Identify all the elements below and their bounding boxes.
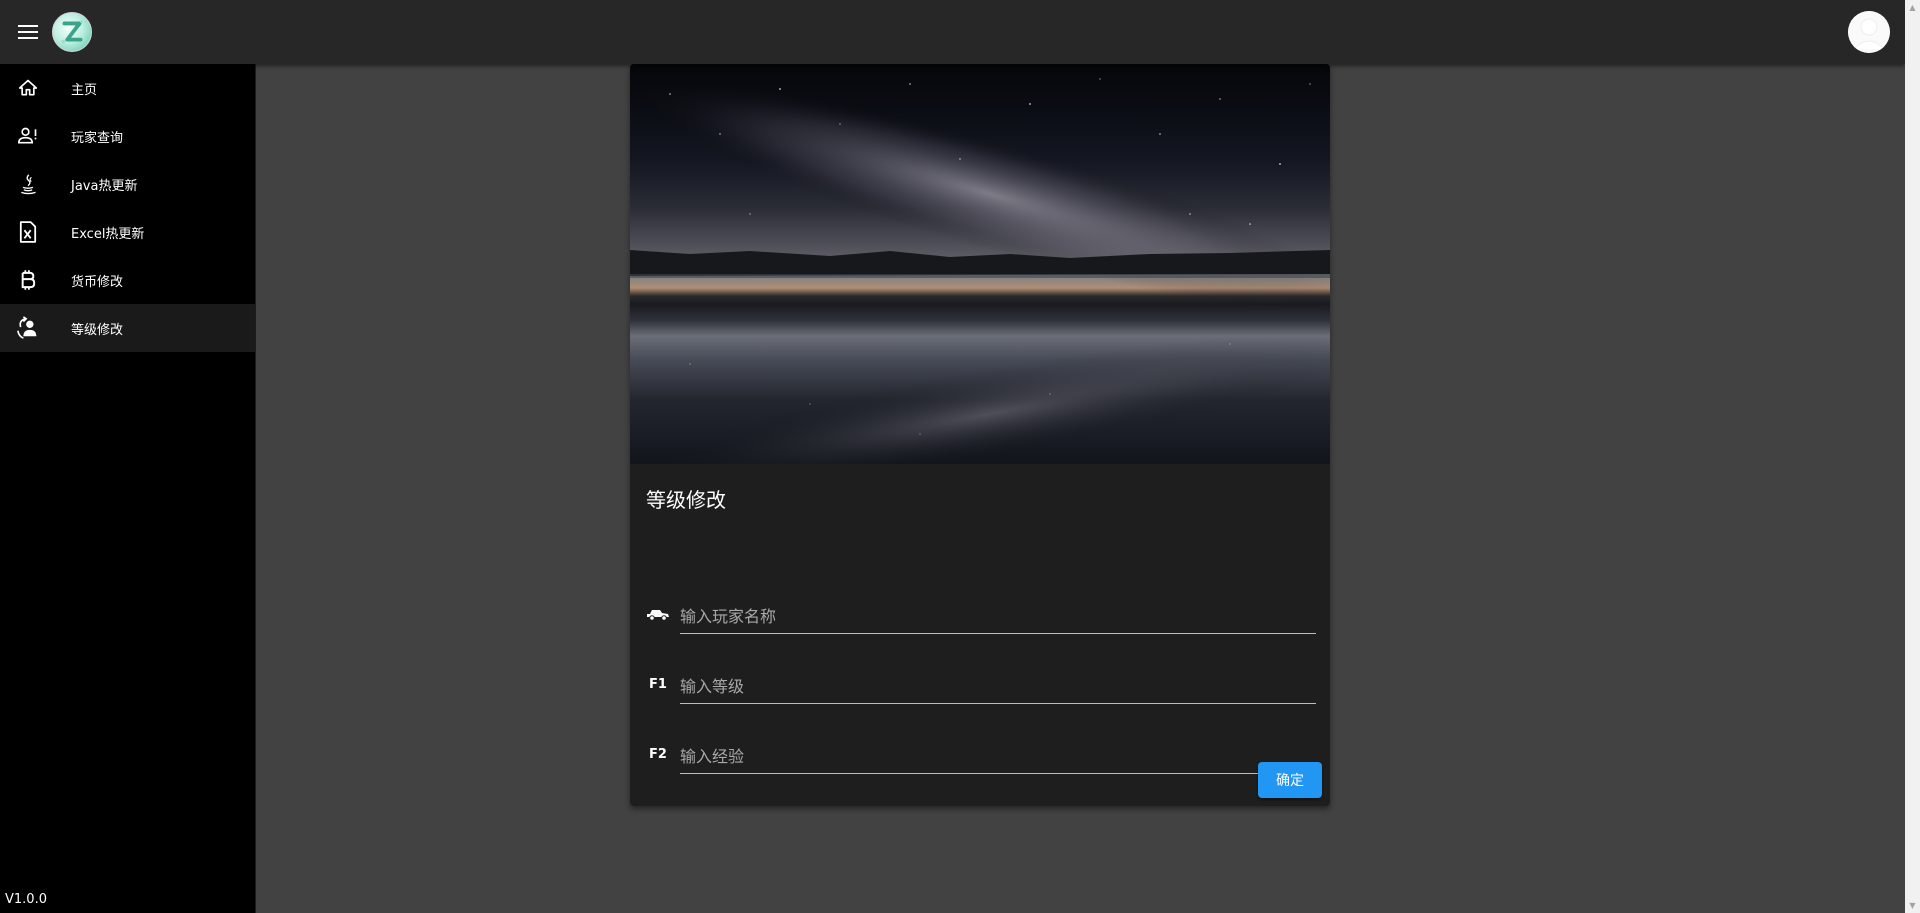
sidebar-item-label: 等级修改 (71, 322, 124, 338)
sidebar-item-label: Java热更新 (71, 178, 138, 194)
player-name-input[interactable] (680, 600, 1316, 634)
bitcoin-icon (16, 268, 40, 292)
hamburger-menu-icon[interactable] (12, 16, 44, 48)
account-convert-icon (16, 316, 40, 340)
level-field: F1 (646, 664, 1316, 704)
sidebar-item-label: 货币修改 (71, 274, 124, 290)
hero-image-milky-way (630, 64, 1330, 464)
user-avatar[interactable] (1848, 11, 1890, 53)
app-version: V1.0.0 (5, 892, 47, 907)
sidebar-item-level-edit[interactable]: 等级修改 (0, 304, 255, 352)
experience-field: F2 (646, 734, 1316, 774)
level-input[interactable] (680, 670, 1316, 704)
scroll-down-icon[interactable]: ▼ (1905, 898, 1920, 913)
level-edit-card: 等级修改 F1 F2 确定 (630, 64, 1330, 806)
home-icon (16, 76, 40, 100)
sidebar-nav: 主页 玩家查询 Java热更新 Excel热更新 货币修改 等级修改 V1.0.… (0, 64, 256, 913)
sidebar-item-label: 主页 (71, 82, 98, 98)
f1-key-icon: F1 (649, 676, 667, 692)
car-icon (646, 602, 670, 626)
sidebar-item-label: 玩家查询 (71, 130, 124, 146)
sidebar-item-player-query[interactable]: 玩家查询 (0, 112, 255, 160)
confirm-button[interactable]: 确定 (1258, 762, 1322, 798)
player-name-field (646, 594, 1316, 634)
experience-input[interactable] (680, 740, 1316, 774)
sidebar-item-home[interactable]: 主页 (0, 64, 255, 112)
app-logo[interactable] (52, 12, 92, 52)
f2-key-icon: F2 (649, 746, 667, 762)
java-icon (16, 172, 40, 196)
sidebar-item-label: Excel热更新 (71, 226, 145, 242)
app-bar (0, 0, 1905, 64)
sidebar-item-currency-edit[interactable]: 货币修改 (0, 256, 255, 304)
card-title: 等级修改 (646, 488, 726, 512)
account-alert-icon (16, 124, 40, 148)
excel-file-icon (16, 220, 40, 244)
scroll-up-icon[interactable]: ▲ (1905, 0, 1920, 15)
page-scrollbar[interactable]: ▲ ▼ (1905, 0, 1920, 913)
sidebar-item-excel-hotfix[interactable]: Excel热更新 (0, 208, 255, 256)
sidebar-item-java-hotfix[interactable]: Java热更新 (0, 160, 255, 208)
